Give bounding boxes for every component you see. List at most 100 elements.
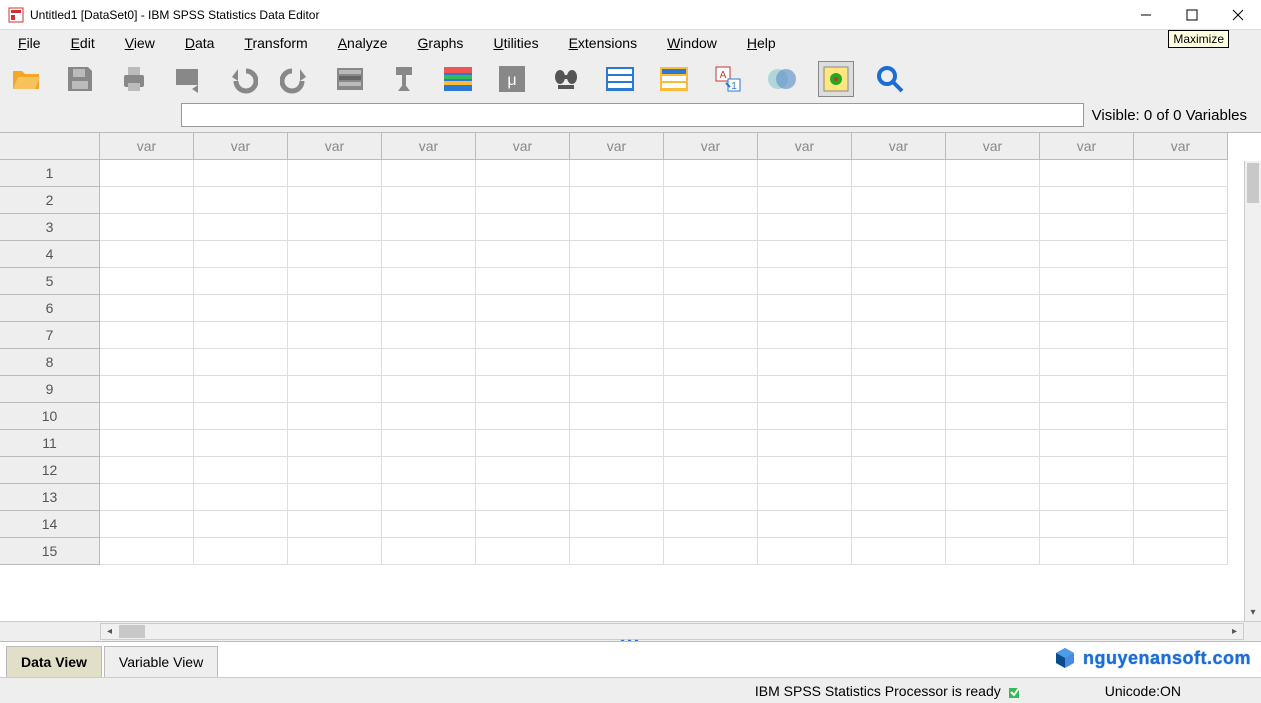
column-header[interactable]: var (288, 133, 382, 160)
grid-cell[interactable] (476, 430, 570, 457)
grid-cell[interactable] (382, 511, 476, 538)
grid-cell[interactable] (852, 484, 946, 511)
grid-cell[interactable] (1040, 376, 1134, 403)
menu-transform[interactable]: Transform (230, 32, 321, 54)
select-cases-icon[interactable]: A1 (710, 61, 746, 97)
grid-cell[interactable] (1134, 214, 1228, 241)
grid-cell[interactable] (100, 295, 194, 322)
search-icon[interactable] (872, 61, 908, 97)
grid-cell[interactable] (758, 187, 852, 214)
grid-cell[interactable] (758, 376, 852, 403)
grid-cell[interactable] (100, 268, 194, 295)
redo-icon[interactable] (278, 61, 314, 97)
grid-cell[interactable] (1040, 241, 1134, 268)
grid-cell[interactable] (288, 376, 382, 403)
grid-cell[interactable] (570, 187, 664, 214)
grid-cell[interactable] (100, 349, 194, 376)
grid-cell[interactable] (382, 160, 476, 187)
grid-cell[interactable] (570, 160, 664, 187)
save-icon[interactable] (62, 61, 98, 97)
grid-cell[interactable] (570, 403, 664, 430)
row-header[interactable]: 3 (0, 214, 100, 241)
column-header[interactable]: var (758, 133, 852, 160)
grid-cell[interactable] (100, 457, 194, 484)
grid-cell[interactable] (1134, 511, 1228, 538)
grid-cell[interactable] (288, 511, 382, 538)
grid-cell[interactable] (476, 214, 570, 241)
grid-cell[interactable] (382, 457, 476, 484)
grid-cell[interactable] (1134, 457, 1228, 484)
grid-cell[interactable] (852, 376, 946, 403)
grid-cell[interactable] (194, 484, 288, 511)
grid-cell[interactable] (288, 430, 382, 457)
grid-cell[interactable] (664, 187, 758, 214)
grid-cell[interactable] (194, 241, 288, 268)
grid-cell[interactable] (852, 430, 946, 457)
grid-cell[interactable] (570, 349, 664, 376)
grid-cell[interactable] (382, 430, 476, 457)
grid-cell[interactable] (664, 403, 758, 430)
grid-cell[interactable] (946, 187, 1040, 214)
grid-cell[interactable] (1134, 295, 1228, 322)
grid-cell[interactable] (664, 430, 758, 457)
grid-cell[interactable] (946, 214, 1040, 241)
value-labels-icon[interactable] (764, 61, 800, 97)
grid-cell[interactable] (194, 349, 288, 376)
menu-edit[interactable]: Edit (57, 32, 109, 54)
grid-cell[interactable] (1134, 430, 1228, 457)
row-header[interactable]: 1 (0, 160, 100, 187)
grid-cell[interactable] (570, 295, 664, 322)
grid-cell[interactable] (664, 349, 758, 376)
grid-cell[interactable] (946, 376, 1040, 403)
goto-var-icon[interactable] (386, 61, 422, 97)
grid-cell[interactable] (194, 430, 288, 457)
grid-cell[interactable] (852, 268, 946, 295)
grid-cell[interactable] (288, 457, 382, 484)
grid-cell[interactable] (194, 160, 288, 187)
grid-cell[interactable] (100, 241, 194, 268)
scroll-right-icon[interactable]: ▸ (1226, 624, 1243, 639)
grid-cell[interactable] (852, 403, 946, 430)
grid-cell[interactable] (664, 538, 758, 565)
grid-cell[interactable] (1134, 241, 1228, 268)
grid-cell[interactable] (288, 160, 382, 187)
print-icon[interactable] (116, 61, 152, 97)
grid-cell[interactable] (758, 214, 852, 241)
grid-cell[interactable] (382, 268, 476, 295)
grid-cell[interactable] (194, 538, 288, 565)
grid-cell[interactable] (664, 511, 758, 538)
grid-cell[interactable] (570, 322, 664, 349)
close-button[interactable] (1215, 0, 1261, 30)
grid-cell[interactable] (758, 538, 852, 565)
grid-cell[interactable] (288, 187, 382, 214)
grid-cell[interactable] (476, 349, 570, 376)
tab-data-view[interactable]: Data View (6, 646, 102, 677)
grid-cell[interactable] (194, 403, 288, 430)
grid-cell[interactable] (288, 322, 382, 349)
column-header[interactable]: var (382, 133, 476, 160)
vscroll-thumb[interactable] (1247, 163, 1259, 203)
weight-cases-icon[interactable] (656, 61, 692, 97)
grid-cell[interactable] (1134, 268, 1228, 295)
grid-cell[interactable] (288, 268, 382, 295)
grid-cell[interactable] (570, 241, 664, 268)
column-header[interactable]: var (664, 133, 758, 160)
grid-cell[interactable] (100, 538, 194, 565)
grid-cell[interactable] (852, 511, 946, 538)
grid-cell[interactable] (570, 430, 664, 457)
grid-cell[interactable] (100, 214, 194, 241)
maximize-button[interactable] (1169, 0, 1215, 30)
row-header[interactable]: 2 (0, 187, 100, 214)
grid-cell[interactable] (946, 457, 1040, 484)
grid-cell[interactable] (1134, 187, 1228, 214)
grid-cell[interactable] (194, 322, 288, 349)
grid-corner[interactable] (0, 133, 100, 160)
grid-cell[interactable] (852, 349, 946, 376)
grid-cell[interactable] (1040, 214, 1134, 241)
menu-file[interactable]: File (4, 32, 55, 54)
grid-cell[interactable] (476, 376, 570, 403)
grid-cell[interactable] (946, 268, 1040, 295)
vertical-scrollbar[interactable]: ▴ ▾ (1244, 161, 1261, 621)
variables-icon[interactable] (440, 61, 476, 97)
grid-cell[interactable] (1040, 322, 1134, 349)
